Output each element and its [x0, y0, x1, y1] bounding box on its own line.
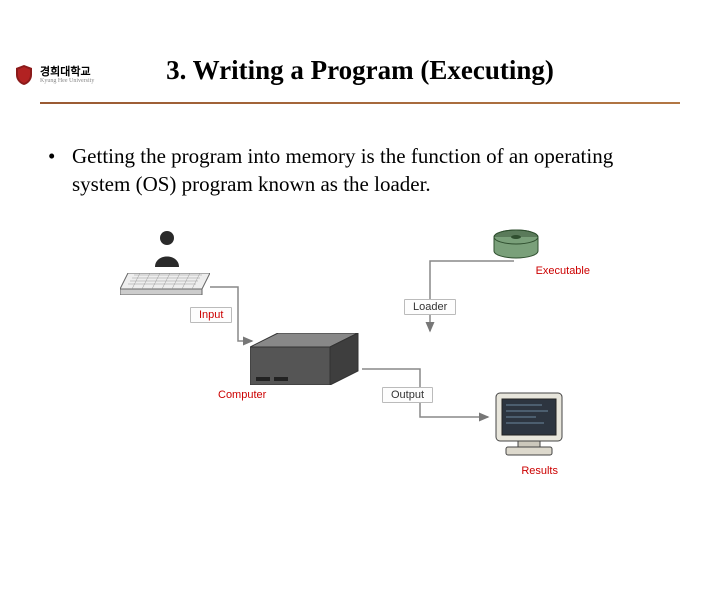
keyboard-icon [120, 273, 210, 295]
executable-label: Executable [536, 265, 590, 277]
shield-icon [12, 63, 36, 87]
university-logo: 경희대학교 Kyung Hee University [12, 63, 94, 87]
bullet-marker: • [48, 142, 72, 199]
user-icon [150, 229, 184, 269]
output-label: Output [382, 387, 433, 403]
university-name-en: Kyung Hee University [40, 78, 94, 84]
page-title: 3. Writing a Program (Executing) [0, 55, 720, 96]
disk-icon [492, 229, 540, 259]
computer-icon [250, 333, 360, 385]
diagram: Input Loader Executable Computer Output … [120, 229, 600, 479]
title-divider [40, 102, 680, 104]
bullet-text: Getting the program into memory is the f… [72, 142, 672, 199]
monitor-icon [492, 391, 570, 459]
computer-label: Computer [218, 389, 266, 401]
bullet-item: • Getting the program into memory is the… [48, 142, 672, 199]
bullet-list: • Getting the program into memory is the… [48, 142, 672, 199]
university-name: 경희대학교 [40, 67, 94, 78]
results-label: Results [521, 465, 558, 477]
input-label: Input [190, 307, 232, 323]
loader-label: Loader [404, 299, 456, 315]
